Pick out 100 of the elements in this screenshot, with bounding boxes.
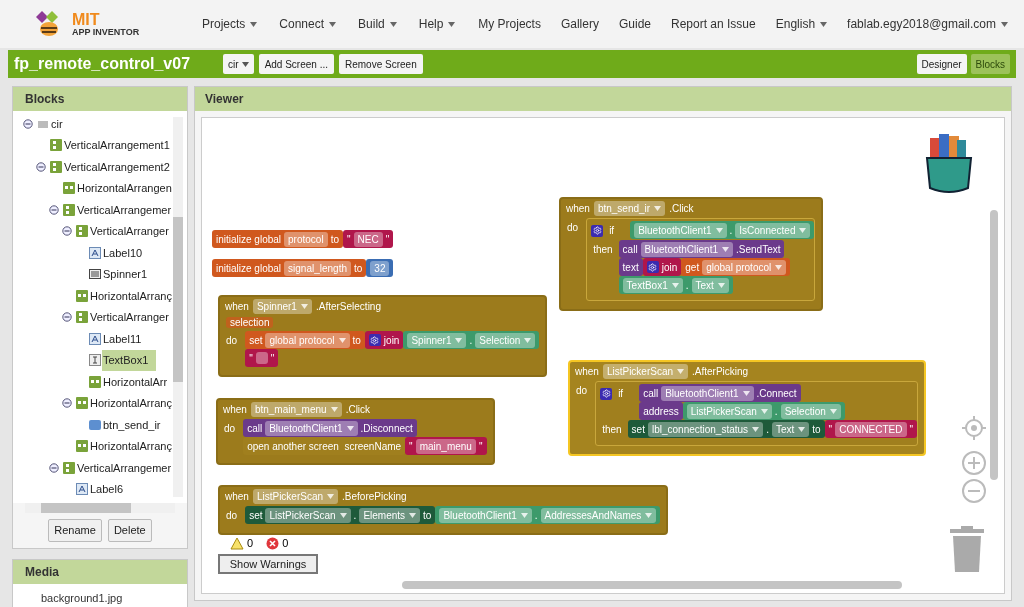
collapse-icon[interactable] (62, 398, 72, 409)
panel-button[interactable]: Rename (48, 519, 102, 542)
tree-item[interactable]: VerticalArrangemer (76, 459, 173, 476)
horizontal-icon (89, 375, 101, 388)
tree-item[interactable]: TextBox1 (102, 350, 157, 371)
collapse-icon[interactable] (49, 204, 59, 215)
if-block[interactable]: if call BluetoothClient1 .Connect address ListPickerScan . Selection then set lbl_connection_status . Text to " CONNECTED " (595, 381, 919, 446)
event-block[interactable]: when btn_send_ir .Click do if BluetoothClient1 . IsConnected then call BluetoothClient1 .SendText text join get global protocol TextBox1 . Text (559, 197, 824, 311)
nav-link[interactable]: Guide (618, 15, 651, 33)
menu-item[interactable]: Help (418, 15, 456, 33)
event-block[interactable]: when btn_main_menu .Click do call BluetoothClient1 .Disconnect open another screen screenName " main_menu " (216, 398, 495, 465)
code-block[interactable]: call BluetoothClient1 .SendText (618, 240, 785, 258)
block-label: do (224, 422, 236, 436)
code-block[interactable]: get global protocol (681, 258, 791, 276)
tree-item[interactable]: Label6 (89, 481, 125, 498)
code-block[interactable]: address (639, 402, 683, 420)
collapse-icon[interactable] (23, 118, 33, 129)
screen-dropdown[interactable]: cir (223, 54, 254, 74)
code-block[interactable]: " NEC " (342, 230, 394, 248)
tree-item[interactable]: VerticalArrangemer (76, 201, 173, 218)
block-dropdown[interactable]: Elements (359, 507, 421, 523)
block-label: . (685, 278, 689, 293)
block-dropdown[interactable]: BluetoothClient1 (640, 241, 733, 257)
tree-item[interactable]: Label10 (102, 244, 144, 261)
block-label: if (618, 387, 624, 401)
code-block[interactable]: text (618, 258, 643, 276)
block-label: to (812, 422, 821, 437)
nav-link[interactable]: Gallery (560, 15, 599, 33)
vertical-icon (50, 160, 62, 173)
block-dropdown[interactable]: Text (771, 421, 810, 437)
block-label: text (622, 260, 639, 275)
event-block[interactable]: when ListPickerScan .BeforePicking do set ListPickerScan . Elements to BluetoothClient1 . AddressesAndNames (218, 485, 669, 535)
toolbar-button[interactable]: Remove Screen (339, 54, 423, 74)
show-warnings-button[interactable]: Show Warnings (218, 553, 318, 574)
code-block[interactable]: set lbl_connection_status . Text to (627, 420, 825, 438)
code-block[interactable]: initialize global signal_length to (212, 259, 367, 277)
collapse-icon[interactable] (62, 312, 72, 323)
collapse-icon[interactable] (62, 226, 72, 237)
button-icon (89, 418, 101, 431)
block-dropdown[interactable]: BluetoothClient1 (661, 385, 754, 401)
code-block[interactable]: set ListPickerScan . Elements to (245, 506, 436, 524)
tree-item[interactable]: HorizontalArranç (89, 438, 173, 455)
tree-item[interactable]: Spinner1 (102, 266, 149, 283)
tree-item[interactable]: VerticalArranger (89, 309, 170, 326)
menu-item[interactable]: Projects (202, 15, 258, 33)
code-block[interactable]: " main_menu " (405, 437, 487, 455)
gear-icon[interactable] (646, 261, 659, 273)
nav-link[interactable]: English (775, 15, 828, 33)
if-block[interactable]: if BluetoothClient1 . IsConnected then call BluetoothClient1 .SendText text join get global protocol TextBox1 . Text (586, 218, 816, 301)
block-field[interactable]: selection (226, 317, 274, 328)
block-field[interactable] (255, 352, 268, 364)
caret-icon (722, 246, 729, 252)
nav-link[interactable]: My Projects (478, 15, 541, 33)
view-tab[interactable]: Designer (916, 54, 967, 74)
menu-item[interactable]: Connect (279, 15, 337, 33)
tree-item[interactable]: Label11 (102, 330, 143, 347)
code-block[interactable]: initialize global protocol to (212, 230, 343, 248)
block-field[interactable]: main_menu (415, 438, 476, 454)
tree-item[interactable]: btn_send_ir (102, 416, 162, 433)
code-block[interactable]: " " (245, 349, 279, 367)
gear-icon[interactable] (368, 334, 381, 346)
code-block[interactable]: join (642, 258, 682, 276)
tree-item[interactable]: VerticalArrangement2 (63, 158, 171, 175)
block-field[interactable]: NEC (353, 231, 383, 247)
code-block[interactable]: call BluetoothClient1 .Disconnect (243, 419, 417, 437)
code-block[interactable]: call BluetoothClient1 .Connect (639, 384, 801, 402)
code-block[interactable]: set global protocol to (245, 331, 365, 349)
gear-icon[interactable] (591, 224, 604, 237)
tree-item[interactable]: HorizontalArrangen (76, 180, 173, 197)
tree-item[interactable]: HorizontalArranç (89, 395, 173, 412)
code-block[interactable]: " CONNECTED " (824, 420, 918, 438)
nav-link[interactable]: Report an Issue (671, 15, 756, 33)
block-dropdown[interactable]: BluetoothClient1 (265, 420, 358, 436)
event-block[interactable]: when ListPickerScan .AfterPicking do if call BluetoothClient1 .Connect address ListPickerScan . Selection then set lbl_connection_status . Text to " CONNECTED " (568, 360, 927, 456)
event-block[interactable]: when Spinner1 .AfterSelecting selection do set global protocol to join Spinner1 . Selection " " (218, 295, 548, 377)
block-dropdown[interactable]: ListPickerScan (265, 507, 351, 523)
tree-item[interactable]: cir (50, 115, 64, 132)
code-block[interactable]: open another screen screenName (243, 437, 406, 455)
toolbar-button[interactable]: Add Screen ... (258, 54, 334, 74)
block-field[interactable]: CONNECTED (835, 421, 907, 437)
caret-icon (798, 426, 806, 432)
collapse-icon[interactable] (36, 161, 46, 172)
tree-item[interactable]: VerticalArrangement1 (63, 137, 171, 154)
menu-item[interactable]: Build (358, 15, 397, 33)
tree-item[interactable]: VerticalArranger (89, 223, 170, 240)
panel-button[interactable]: Delete (107, 519, 152, 542)
scrollbar[interactable] (25, 503, 175, 513)
collapse-icon[interactable] (49, 462, 59, 473)
block-dropdown[interactable]: lbl_connection_status (647, 421, 764, 437)
tree-item[interactable]: HorizontalArranç (89, 287, 173, 304)
scrollbar[interactable] (990, 210, 998, 480)
code-block[interactable]: join (364, 331, 404, 349)
scrollbar[interactable] (173, 117, 183, 497)
nav-link[interactable]: fablab.egy2018@gmail.com (847, 15, 1008, 33)
gear-icon[interactable] (600, 387, 613, 400)
caret-icon (520, 512, 528, 518)
scrollbar[interactable] (402, 581, 902, 589)
tree-item[interactable]: HorizontalArr (102, 373, 169, 390)
view-tab[interactable]: Blocks (970, 54, 1010, 74)
trash-icon[interactable] (949, 526, 985, 572)
